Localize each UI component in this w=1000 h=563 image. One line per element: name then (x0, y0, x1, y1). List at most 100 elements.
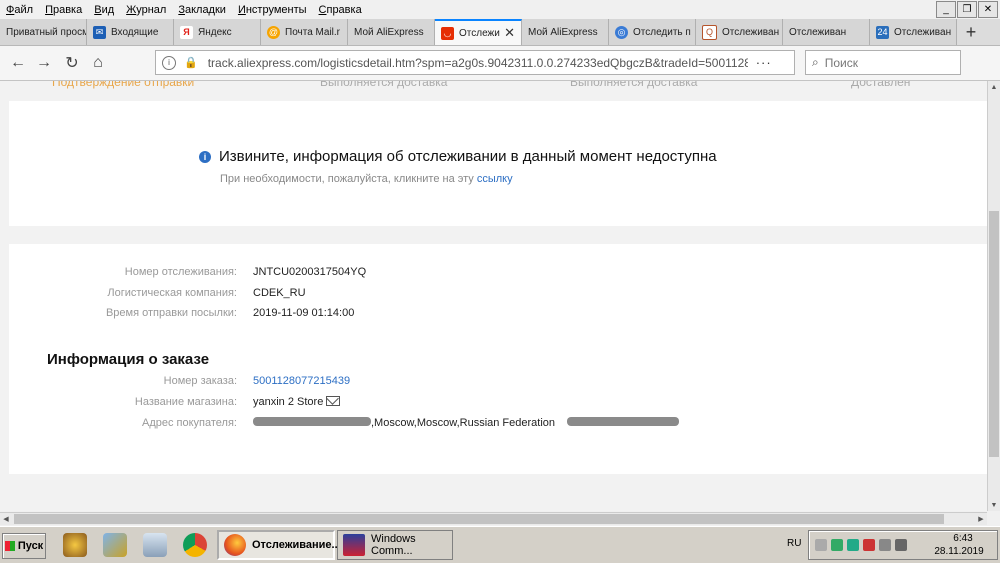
store-label: Название магазина: (134, 396, 237, 408)
page-content: Подтверждение отправки Выполняется доста… (0, 81, 987, 511)
notice-link[interactable]: ссылку (477, 173, 513, 185)
sent-time-label: Время отправки посылки: (105, 307, 237, 319)
search-track-icon: Q (702, 24, 717, 40)
address-value: ,Moscow,Moscow,Russian Federation (371, 417, 556, 429)
mail-icon: ✉ (93, 25, 106, 39)
scroll-up-icon[interactable]: ▲ (988, 81, 1000, 93)
tab-label: Мой AliExpress (528, 26, 598, 38)
scroll-left-icon[interactable]: ◀ (0, 513, 12, 525)
tray-app-icon[interactable] (847, 539, 859, 551)
close-tab-icon[interactable]: ✕ (504, 25, 515, 41)
tab-my-aliexpress-1[interactable]: Мой AliExpress (348, 19, 435, 45)
tracking-row: Номер отслеживания: JNTCU0200317504YQ (9, 266, 366, 278)
info-icon: i (199, 150, 211, 163)
winrar-icon[interactable] (103, 533, 127, 557)
language-indicator[interactable]: RU (787, 538, 801, 549)
notepad-icon[interactable] (143, 533, 167, 557)
tab-label: Отслеживан (789, 26, 847, 38)
page-actions-icon[interactable]: ··· (756, 55, 772, 70)
redacted-block (567, 417, 680, 426)
vertical-scrollbar[interactable]: ▲ ▼ (987, 81, 1000, 511)
step-in-delivery-2: Выполняется доставка (570, 81, 698, 89)
windows-logo-icon (4, 541, 15, 551)
tab-private[interactable]: Приватный просм (0, 19, 87, 45)
task-windows-commander[interactable]: Windows Comm... (337, 530, 453, 560)
search-bar[interactable]: ⌕ Поиск (805, 50, 961, 75)
reload-button[interactable]: ↻ (62, 53, 82, 73)
step-delivered: Доставлен (851, 81, 911, 89)
info-icon[interactable]: i (162, 55, 176, 70)
tray-security-icon[interactable] (863, 539, 875, 551)
tab-label: Отслежи (459, 27, 500, 39)
tray-expand-icon[interactable] (815, 539, 827, 551)
track-icon: ◎ (615, 25, 628, 39)
menu-bookmarks[interactable]: Закладки (172, 4, 232, 16)
tray-network-icon[interactable] (831, 539, 843, 551)
forward-button[interactable]: → (34, 53, 54, 73)
horizontal-scrollbar[interactable]: ◀ ▶ (0, 512, 987, 525)
menu-file[interactable]: Файл (0, 4, 39, 16)
tab-label: Яндекс (198, 26, 232, 38)
tab-tracking-2[interactable]: Q Отслеживан (696, 19, 783, 45)
tab-tracking-active[interactable]: ◡ Отслежи ✕ (435, 19, 522, 45)
tray-volume-icon[interactable] (879, 539, 891, 551)
tab-label: Отследить п (633, 26, 691, 38)
redacted-block (253, 417, 371, 426)
tab-bar: Приватный просм ✉ Входящие Я Яндекс @ Почта… (0, 19, 1000, 46)
notice-subtitle: При необходимости, пожалуйста, кликните … (220, 173, 513, 185)
start-label: Пуск (17, 540, 44, 552)
carrier-row: Логистическая компания: CDEK_RU (9, 287, 305, 299)
new-tab-button[interactable]: + (957, 19, 985, 45)
task-firefox[interactable]: Отслеживание... (217, 530, 341, 560)
chrome-icon[interactable] (183, 533, 207, 557)
aliexpress-icon: ◡ (441, 26, 454, 40)
tab-label: Отслеживан (894, 26, 952, 38)
yandex-icon: Я (180, 25, 193, 39)
order-number-row: Номер заказа: 5001128077215439 (9, 375, 350, 387)
order-section-title: Информация о заказе (47, 351, 210, 368)
menu-tools[interactable]: Инструменты (232, 4, 313, 16)
order-number-label: Номер заказа: (163, 375, 237, 387)
tab-mailru[interactable]: @ Почта Mail.r (261, 19, 348, 45)
sent-time-row: Время отправки посылки: 2019-11-09 01:14… (9, 307, 354, 319)
carrier-label: Логистическая компания: (107, 287, 237, 299)
tab-label: Входящие (111, 26, 159, 38)
paint-icon[interactable] (63, 533, 87, 557)
tracking-value: JNTCU0200317504YQ (253, 266, 367, 278)
menu-edit[interactable]: Правка (39, 4, 88, 16)
horizontal-scroll-thumb[interactable] (14, 514, 944, 524)
tab-label: Приватный просм (6, 26, 87, 38)
url-bar[interactable]: i 🔒 track.aliexpress.com/logisticsdetail… (155, 50, 795, 75)
task-label: Windows Comm... (371, 533, 416, 557)
scroll-right-icon[interactable]: ▶ (975, 513, 987, 525)
close-window-button[interactable]: ✕ (978, 1, 998, 18)
tab-tracking-4[interactable]: 24 Отслеживан (870, 19, 957, 45)
search-icon: ⌕ (812, 55, 819, 69)
restore-button[interactable]: ❐ (957, 1, 977, 18)
home-button[interactable]: ⌂ (88, 53, 108, 73)
back-button[interactable]: ← (8, 53, 28, 73)
notice-message: i Извините, информация об отслеживании в… (199, 148, 717, 165)
scroll-down-icon[interactable]: ▼ (988, 499, 1000, 511)
vertical-scroll-thumb[interactable] (989, 211, 999, 457)
lock-icon: 🔒 (184, 57, 198, 69)
tray-flag-icon[interactable] (895, 539, 907, 551)
clock-date: 28.11.2019 (934, 546, 984, 557)
floppy-icon (343, 534, 365, 556)
url-text: track.aliexpress.com/logisticsdetail.htm… (207, 55, 748, 70)
tab-tracking-3[interactable]: Отслеживан (783, 19, 870, 45)
tracking-label: Номер отслеживания: (124, 266, 237, 278)
order-number-link[interactable]: 5001128077215439 (253, 375, 350, 387)
envelope-icon[interactable] (326, 396, 341, 406)
menu-history[interactable]: Журнал (120, 4, 172, 16)
start-button[interactable]: Пуск (2, 533, 46, 559)
minimize-button[interactable]: _ (936, 1, 956, 18)
tab-label: Отслеживан (722, 26, 780, 38)
tab-track-package[interactable]: ◎ Отследить п (609, 19, 696, 45)
address-row: Адрес покупателя: ,Moscow,Moscow,Russian… (9, 417, 680, 429)
tab-inbox[interactable]: ✉ Входящие (87, 19, 174, 45)
tab-my-aliexpress-2[interactable]: Мой AliExpress (522, 19, 609, 45)
menu-help[interactable]: Справка (313, 4, 368, 16)
tab-yandex[interactable]: Я Яндекс (174, 19, 261, 45)
menu-view[interactable]: Вид (88, 4, 120, 16)
